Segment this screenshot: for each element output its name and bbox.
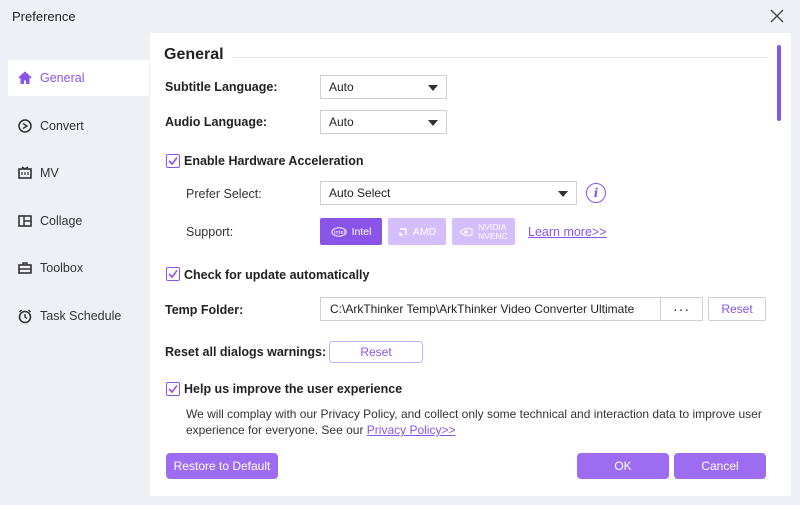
subtitle-language-label: Subtitle Language: [165,80,278,94]
scrollbar-thumb[interactable] [777,45,781,121]
privacy-description: We will complay with our Privacy Policy,… [186,406,766,438]
privacy-policy-link[interactable]: Privacy Policy>> [367,423,456,437]
audio-language-label: Audio Language: [165,115,268,129]
toolbox-icon [16,259,34,277]
scrollbar[interactable] [777,45,783,125]
sidebar-item-label: Task Schedule [40,309,122,323]
reset-dialogs-label: Reset all dialogs warnings: [165,345,327,359]
restore-default-button[interactable]: Restore to Default [166,453,278,479]
collage-icon [16,212,34,230]
temp-folder-path: C:\ArkThinker Temp\ArkThinker Video Conv… [330,302,635,316]
sidebar-item-toolbox[interactable]: Toolbox [8,250,149,286]
audio-language-select[interactable]: Auto [320,110,447,134]
sidebar-item-label: General [40,71,85,85]
nvenc-label: NVENC [478,230,508,241]
check-update-label: Check for update automatically [184,268,370,282]
clock-icon [16,307,34,325]
privacy-description-text: We will complay with our Privacy Policy,… [186,407,762,437]
support-label: Support: [186,225,234,239]
prefer-select-value: Auto Select [329,186,391,200]
home-icon [16,69,34,87]
improve-experience-label: Help us improve the user experience [184,382,403,396]
sidebar-item-general[interactable]: General [8,60,149,96]
section-heading: General [164,46,224,63]
chevron-down-icon [428,120,438,126]
improve-experience-checkbox[interactable] [166,382,180,396]
sidebar: General Convert MV Collage Toolbox Task … [8,33,149,496]
prefer-select-dropdown[interactable]: Auto Select [320,181,577,205]
temp-folder-input[interactable]: C:\ArkThinker Temp\ArkThinker Video Conv… [320,297,661,321]
sidebar-item-collage[interactable]: Collage [8,203,149,239]
info-icon[interactable]: i [586,183,606,203]
temp-folder-label: Temp Folder: [165,303,244,317]
ok-button[interactable]: OK [577,453,669,479]
window-title: Preference [12,9,76,24]
sidebar-item-label: Toolbox [40,261,84,275]
close-icon[interactable] [768,7,786,25]
chevron-down-icon [558,191,568,197]
chevron-down-icon [428,85,438,91]
cancel-button[interactable]: Cancel [674,453,766,479]
intel-logo-icon: intel [330,226,347,237]
reset-temp-folder-button[interactable]: Reset [708,297,766,321]
check-update-checkbox[interactable] [166,267,180,281]
amd-logo-icon [398,227,408,237]
reset-dialogs-button[interactable]: Reset [329,341,423,363]
hardware-acceleration-label: Enable Hardware Acceleration [184,154,364,168]
sidebar-item-label: Collage [40,214,83,228]
learn-more-link[interactable]: Learn more>> [528,225,607,239]
sidebar-item-mv[interactable]: MV [8,155,149,191]
hardware-acceleration-checkbox[interactable] [166,154,180,168]
svg-text:intel: intel [334,230,345,236]
amd-support-badge[interactable]: AMD [388,218,446,245]
convert-icon [16,117,34,135]
nvidia-logo-icon [459,227,473,237]
general-settings-panel: General Subtitle Language: Auto Audio La… [150,33,791,496]
subtitle-language-select[interactable]: Auto [320,75,447,99]
browse-folder-button[interactable]: ··· [661,297,703,321]
sidebar-item-label: Convert [40,119,84,133]
intel-support-badge[interactable]: intel Intel [320,218,382,245]
intel-label: Intel [351,225,372,238]
audio-language-value: Auto [329,115,354,129]
mv-icon [16,164,34,182]
heading-divider [233,57,768,58]
prefer-select-label: Prefer Select: [186,187,262,201]
nvidia-support-badge[interactable]: NVIDIA NVENC [452,218,515,245]
amd-label: AMD [412,225,437,238]
title-bar: Preference [0,0,800,33]
sidebar-item-convert[interactable]: Convert [8,108,149,144]
sidebar-item-label: MV [40,166,59,180]
sidebar-item-task-schedule[interactable]: Task Schedule [8,298,149,334]
subtitle-language-value: Auto [329,80,354,94]
